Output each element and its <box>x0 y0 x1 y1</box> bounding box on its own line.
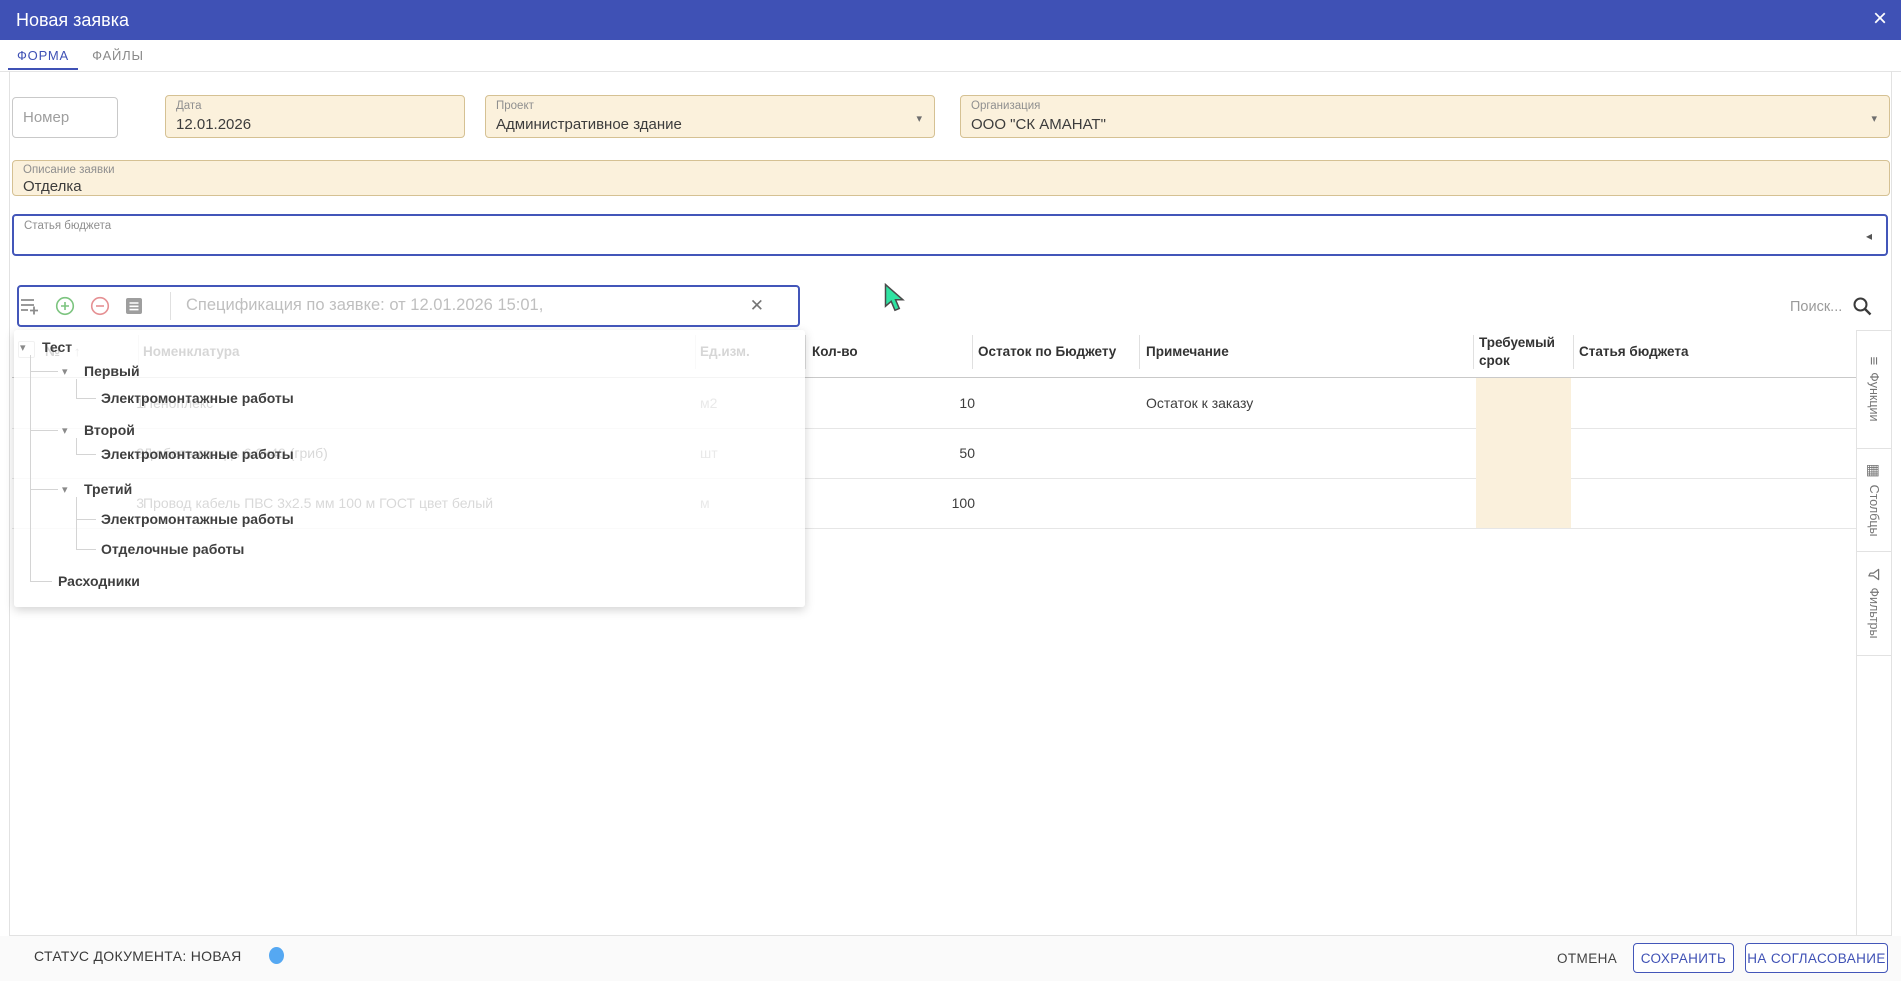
content-border-left <box>9 71 10 936</box>
tree-item-leaf[interactable]: Электромонтажные работы <box>101 511 294 527</box>
clear-icon[interactable]: ✕ <box>750 296 764 316</box>
side-tab-functions[interactable]: ≡ Функции <box>1857 329 1891 449</box>
organization-value: ООО "СК АМАНАТ" <box>971 116 1879 133</box>
status-dot <box>269 947 284 964</box>
description-label: Описание заявки <box>23 164 1879 178</box>
tree-item-group[interactable]: Расходники <box>58 573 140 589</box>
close-icon[interactable]: × <box>1873 6 1887 32</box>
side-tab-columns[interactable]: ▦ Столбцы <box>1857 440 1891 560</box>
tab-files[interactable]: ФАЙЛЫ <box>88 40 148 70</box>
title-bar: Новая заявка × <box>0 0 1901 40</box>
col-header-budget-rest[interactable]: Остаток по Бюджету <box>978 344 1116 359</box>
tree-item-group[interactable]: Первый <box>84 363 140 379</box>
side-tab-filters[interactable]: Фильтры <box>1857 543 1891 663</box>
organization-label: Организация <box>971 100 1879 114</box>
col-header-due[interactable]: Требуемый срок <box>1479 334 1569 370</box>
active-tab-underline <box>8 68 78 70</box>
menu-icon: ≡ <box>1866 356 1883 365</box>
number-input[interactable] <box>12 97 118 138</box>
collapse-left-icon[interactable]: ◂ <box>1866 229 1872 243</box>
tree-item-leaf[interactable]: Электромонтажные работы <box>101 446 294 462</box>
search-icon[interactable] <box>1852 296 1873 317</box>
tab-form[interactable]: ФОРМА <box>8 40 78 70</box>
tree-item-leaf[interactable]: Электромонтажные работы <box>101 390 294 406</box>
approve-button[interactable]: НА СОГЛАСОВАНИЕ <box>1745 943 1888 973</box>
tree-item-group[interactable]: Второй <box>84 422 135 438</box>
project-value: Административное здание <box>496 116 924 133</box>
chevron-down-icon[interactable]: ▾ <box>916 112 922 125</box>
filter-funnel-icon <box>1868 568 1881 581</box>
budget-item-search-input[interactable]: ✕ <box>17 285 800 327</box>
tree-expand-icon[interactable]: ▾ <box>62 365 68 378</box>
date-value: 12.01.2026 <box>176 116 454 133</box>
tree-item-group[interactable]: Третий <box>84 481 132 497</box>
tree-item-root[interactable]: Тест <box>42 339 72 355</box>
organization-field[interactable]: Организация ООО "СК АМАНАТ" ▾ <box>960 95 1890 138</box>
save-button[interactable]: СОХРАНИТЬ <box>1633 943 1734 973</box>
content-border-right <box>1891 71 1892 936</box>
due-date-cell[interactable] <box>1476 478 1571 528</box>
document-status: СТАТУС ДОКУМЕНТА: НОВАЯ <box>34 948 242 964</box>
chevron-down-icon[interactable]: ▾ <box>1871 112 1877 125</box>
search-label[interactable]: Поиск... <box>1790 299 1842 315</box>
footer-bar: СТАТУС ДОКУМЕНТА: НОВАЯ ОТМЕНА СОХРАНИТЬ… <box>0 936 1901 981</box>
budget-item-field[interactable]: Статья бюджета ◂ <box>12 214 1888 256</box>
tree-expand-icon[interactable]: ▾ <box>62 424 68 437</box>
col-header-note[interactable]: Примечание <box>1146 344 1229 359</box>
date-field[interactable]: Дата 12.01.2026 <box>165 95 465 138</box>
cancel-button[interactable]: ОТМЕНА <box>1557 943 1617 973</box>
date-label: Дата <box>176 100 454 114</box>
description-value: Отделка <box>23 178 1879 195</box>
due-date-cell[interactable] <box>1476 378 1571 428</box>
col-header-budget-item[interactable]: Статья бюджета <box>1579 344 1689 359</box>
due-date-cell[interactable] <box>1476 428 1571 478</box>
col-header-qty[interactable]: Кол-во <box>812 344 858 359</box>
grid-icon: ▦ <box>1865 463 1883 477</box>
tree-item-leaf[interactable]: Отделочные работы <box>101 541 244 557</box>
mouse-cursor <box>884 283 908 313</box>
project-field[interactable]: Проект Административное здание ▾ <box>485 95 935 138</box>
tab-bar: ФОРМА ФАЙЛЫ <box>0 40 1901 72</box>
budget-item-label: Статья бюджета <box>24 220 1876 232</box>
description-field[interactable]: Описание заявки Отделка <box>12 160 1890 196</box>
project-label: Проект <box>496 100 924 114</box>
dialog-title: Новая заявка <box>16 10 129 31</box>
tree-expand-icon[interactable]: ▾ <box>62 483 68 496</box>
new-request-dialog: Новая заявка × ФОРМА ФАЙЛЫ Дата 12.01.20… <box>0 0 1901 981</box>
tree-expand-icon[interactable]: ▾ <box>20 341 26 354</box>
